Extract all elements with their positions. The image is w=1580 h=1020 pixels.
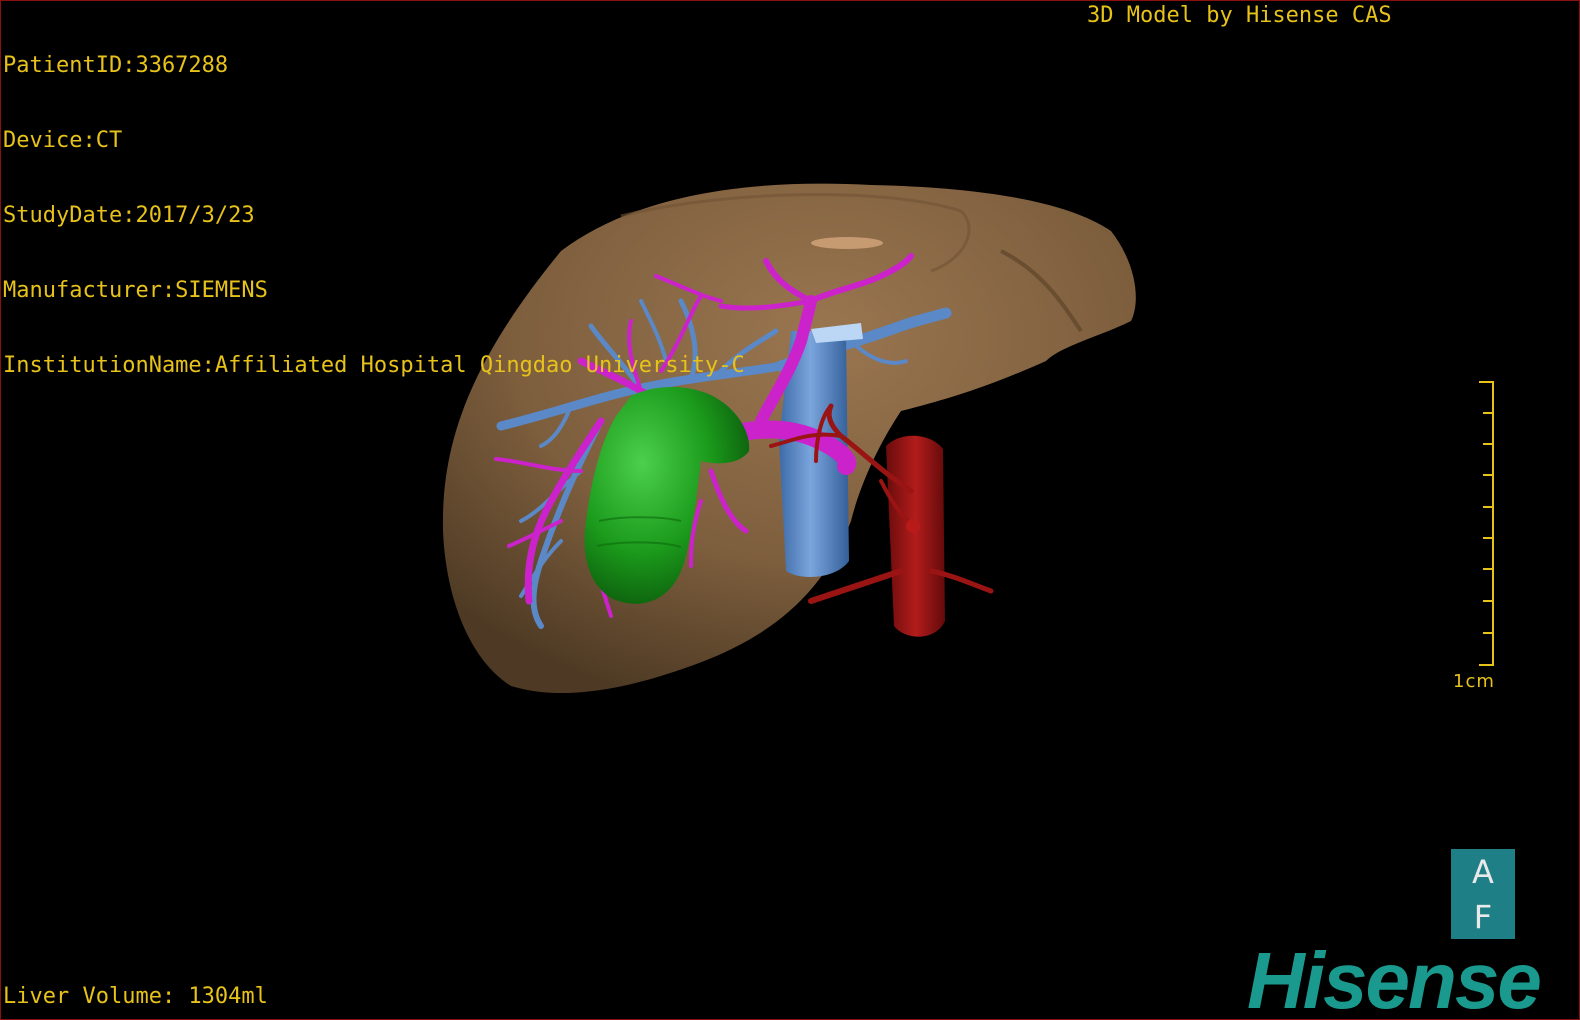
orientation-top-label: A	[1472, 852, 1494, 891]
liver-highlight	[811, 237, 883, 249]
scale-bar	[1479, 381, 1494, 666]
institution-name: InstitutionName:Affiliated Hospital Qing…	[3, 353, 745, 378]
scale-label: 1cm	[1453, 671, 1495, 692]
dicom-info-overlay: PatientID:3367288 Device:CT StudyDate:20…	[3, 3, 745, 428]
orientation-cube[interactable]: A F	[1451, 849, 1515, 939]
liver-volume: Liver Volume: 1304ml	[3, 984, 268, 1009]
hisense-logo: Hisense	[1247, 936, 1542, 1020]
3d-viewport[interactable]: PatientID:3367288 Device:CT StudyDate:20…	[0, 0, 1580, 1020]
study-date: StudyDate:2017/3/23	[3, 203, 255, 228]
manufacturer: Manufacturer:SIEMENS	[3, 278, 268, 303]
device: Device:CT	[3, 128, 123, 153]
orientation-bottom-label: F	[1473, 897, 1493, 936]
model-credit: 3D Model by Hisense CAS	[1087, 3, 1392, 28]
aorta	[886, 435, 945, 637]
patient-id: PatientID:3367288	[3, 53, 229, 78]
